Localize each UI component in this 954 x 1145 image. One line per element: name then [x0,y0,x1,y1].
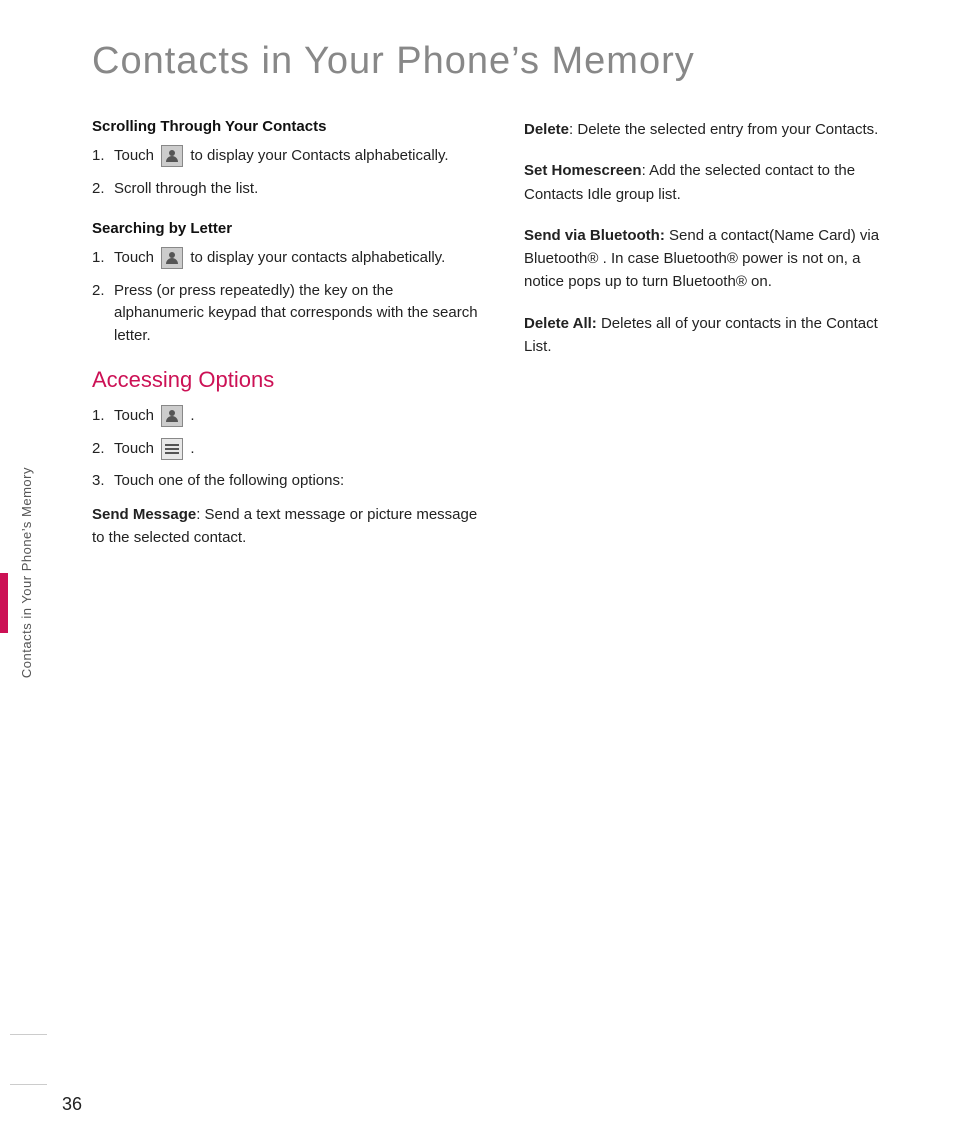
list-num: 1. [92,145,114,168]
list-num: 1. [92,405,114,428]
list-item: 2. Scroll through the list. [92,178,484,201]
list-num: 2. [92,178,114,201]
columns-container: Scrolling Through Your Contacts 1. Touch… [92,118,904,567]
section1-title: Scrolling Through Your Contacts [92,118,484,135]
send-bluetooth-term: Send via Bluetooth: [524,227,665,244]
left-column: Scrolling Through Your Contacts 1. Touch… [92,118,484,567]
list-item: 2. Press (or press repeatedly) the key o… [92,280,484,348]
delete-text: : Delete the selected entry from your Co… [569,121,878,138]
list-num: 3. [92,470,114,493]
list-item: 3. Touch one of the following options: [92,470,484,493]
list-item: 1. Touch . [92,405,484,428]
delete-para: Delete: Delete the selected entry from y… [524,118,904,141]
delete-all-para: Delete All: Deletes all of your contacts… [524,312,904,359]
sidebar-line-bottom [10,1084,47,1085]
sidebar-line-top [10,1034,47,1035]
sidebar-accent [0,573,8,633]
list-content: Touch one of the following options: [114,470,484,493]
list-content: Touch . [114,438,484,461]
sidebar-label: Contacts in Your Phone’s Memory [19,467,34,678]
main-content: Contacts in Your Phone’s Memory Scrollin… [52,0,954,607]
delete-all-term: Delete All: [524,315,597,332]
list-num: 2. [92,438,114,461]
list-content: Touch to display your Contacts alphabeti… [114,145,484,168]
person-icon [161,247,183,269]
section2-title: Searching by Letter [92,220,484,237]
list-num: 1. [92,247,114,270]
list-content: Scroll through the list. [114,178,484,201]
send-bluetooth-para: Send via Bluetooth: Send a contact(Name … [524,224,904,294]
page-title: Contacts in Your Phone’s Memory [92,40,904,83]
person-icon [161,405,183,427]
set-homescreen-term: Set Homescreen [524,162,642,179]
sidebar: Contacts in Your Phone’s Memory [0,0,52,1145]
section3-title: Accessing Options [92,367,484,393]
send-message-para: Send Message: Send a text message or pic… [92,503,484,550]
list-item: 1. Touch to display your Contacts alphab… [92,145,484,168]
list-content: Touch . [114,405,484,428]
person-icon [161,145,183,167]
menu-icon [161,438,183,460]
list-item: 1. Touch to display your contacts alphab… [92,247,484,270]
list-num: 2. [92,280,114,303]
delete-term: Delete [524,121,569,138]
page-number: 36 [62,1094,82,1115]
list-item: 2. Touch . [92,438,484,461]
list-content: Touch to display your contacts alphabeti… [114,247,484,270]
list-content: Press (or press repeatedly) the key on t… [114,280,484,348]
send-message-term: Send Message [92,506,196,523]
right-column: Delete: Delete the selected entry from y… [524,118,904,567]
set-homescreen-para: Set Homescreen: Add the selected contact… [524,159,904,206]
